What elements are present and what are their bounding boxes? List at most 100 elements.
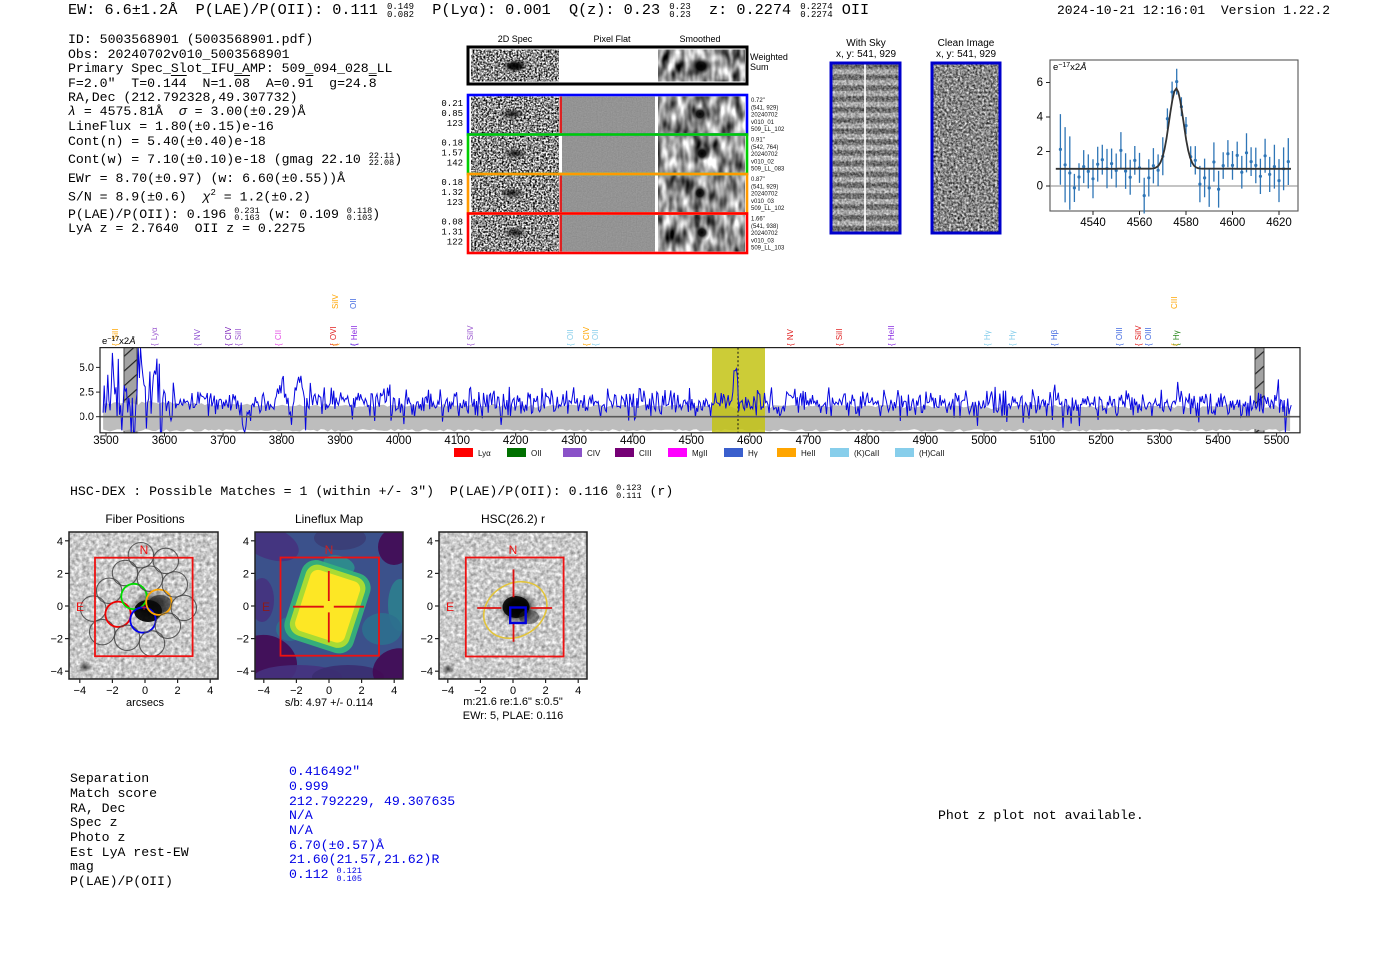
svg-text:{ OVI: { OVI — [329, 326, 338, 346]
svg-text:{ CII: { CII — [274, 330, 283, 346]
svg-text:4620: 4620 — [1266, 217, 1292, 229]
svg-text:142: 142 — [447, 159, 463, 169]
svg-text:4600: 4600 — [737, 435, 763, 447]
svg-text:−4: −4 — [258, 685, 271, 697]
svg-text:(: ( — [331, 343, 340, 346]
svg-text:E: E — [446, 600, 454, 614]
svg-text:Sum: Sum — [750, 62, 769, 72]
svg-text:CIII: CIII — [639, 449, 651, 458]
svg-text:123: 123 — [447, 198, 463, 208]
svg-text:−2: −2 — [50, 634, 63, 646]
svg-text:3500: 3500 — [93, 435, 119, 447]
svg-text:1.66": 1.66" — [751, 217, 765, 223]
svg-text:4: 4 — [243, 536, 249, 548]
svg-text:(541, 938): (541, 938) — [751, 224, 778, 230]
svg-text:20240702: 20240702 — [751, 113, 778, 119]
svg-text:−2: −2 — [106, 685, 119, 697]
svg-text:5500: 5500 — [1264, 435, 1290, 447]
svg-text:(: ( — [1170, 343, 1179, 346]
svg-text:2: 2 — [1037, 146, 1043, 158]
svg-text:0: 0 — [326, 685, 332, 697]
svg-text:2.5: 2.5 — [80, 387, 94, 399]
svg-text:CIV: CIV — [587, 449, 601, 458]
svg-text:{ SiIV: { SiIV — [466, 325, 475, 346]
svg-text:0: 0 — [243, 601, 249, 613]
svg-text:Hγ: Hγ — [748, 449, 758, 458]
svg-text:4540: 4540 — [1080, 217, 1106, 229]
svg-text:509_LL_083: 509_LL_083 — [751, 167, 785, 173]
svg-text:{ NV: { NV — [786, 328, 795, 346]
svg-text:{ CIV: { CIV — [224, 326, 233, 346]
svg-text:(541, 929): (541, 929) — [751, 184, 778, 190]
svg-text:4580: 4580 — [1173, 217, 1199, 229]
svg-text:3800: 3800 — [269, 435, 295, 447]
svg-text:4900: 4900 — [913, 435, 939, 447]
svg-text:{ OII: { OII — [566, 329, 575, 346]
svg-text:SiIV: SiIV — [331, 294, 340, 309]
svg-text:{ Hβ: { Hβ — [1050, 329, 1059, 346]
svg-text:1.32: 1.32 — [441, 188, 463, 198]
svg-text:4: 4 — [1037, 112, 1044, 124]
svg-text:CIII: CIII — [1170, 297, 1179, 309]
svg-text:4300: 4300 — [561, 435, 587, 447]
svg-text:509_LL_102: 509_LL_102 — [751, 206, 785, 212]
svg-text:x, y: 541, 929: x, y: 541, 929 — [836, 49, 896, 60]
svg-text:4100: 4100 — [444, 435, 470, 447]
svg-text:0.72": 0.72" — [751, 98, 765, 104]
svg-text:509_LL_103: 509_LL_103 — [751, 246, 785, 252]
svg-text:{ Hγ: { Hγ — [983, 330, 992, 346]
svg-text:Smoothed: Smoothed — [679, 34, 720, 44]
svg-text:{ Hγ: { Hγ — [1008, 330, 1017, 346]
svg-text:Pixel Flat: Pixel Flat — [593, 34, 631, 44]
svg-text:(541, 929): (541, 929) — [751, 105, 778, 111]
svg-text:4: 4 — [575, 685, 581, 697]
svg-text:x, y: 541, 929: x, y: 541, 929 — [936, 49, 996, 60]
svg-text:0.85: 0.85 — [441, 109, 463, 119]
svg-text:0: 0 — [142, 685, 148, 697]
svg-text:3900: 3900 — [327, 435, 353, 447]
svg-text:4500: 4500 — [679, 435, 705, 447]
svg-text:4560: 4560 — [1127, 217, 1153, 229]
svg-text:arcsecs: arcsecs — [126, 697, 164, 709]
svg-text:OII: OII — [349, 298, 358, 309]
svg-text:E: E — [76, 600, 84, 614]
svg-text:{ OII: { OII — [591, 329, 600, 346]
svg-text:e−17x2Å: e−17x2Å — [102, 336, 136, 347]
svg-text:5300: 5300 — [1147, 435, 1173, 447]
svg-text:Lyα: Lyα — [478, 449, 491, 458]
svg-text:0.87": 0.87" — [751, 177, 765, 183]
svg-text:{ HeII: { HeII — [887, 325, 896, 346]
svg-text:(H)CaII: (H)CaII — [919, 449, 945, 458]
svg-text:E: E — [262, 600, 270, 614]
svg-text:4800: 4800 — [854, 435, 880, 447]
svg-text:20240702: 20240702 — [751, 152, 778, 158]
svg-text:−4: −4 — [74, 685, 87, 697]
svg-text:4600: 4600 — [1220, 217, 1246, 229]
svg-text:1.31: 1.31 — [441, 228, 463, 238]
svg-text:Clean Image: Clean Image — [938, 38, 995, 49]
svg-text:{ NV: { NV — [193, 328, 202, 346]
svg-text:4: 4 — [207, 685, 213, 697]
svg-text:EWr: 5, PLAE: 0.116: EWr: 5, PLAE: 0.116 — [463, 710, 563, 722]
svg-text:0.18: 0.18 — [441, 178, 463, 188]
svg-text:0: 0 — [1037, 181, 1043, 193]
svg-text:2: 2 — [243, 568, 249, 580]
svg-text:3600: 3600 — [152, 435, 178, 447]
svg-text:509_LL_102: 509_LL_102 — [751, 127, 785, 133]
svg-text:−4: −4 — [442, 685, 455, 697]
svg-text:v010_03: v010_03 — [751, 199, 775, 205]
svg-text:(K)CaII: (K)CaII — [854, 449, 879, 458]
svg-text:N: N — [509, 543, 518, 557]
svg-text:4200: 4200 — [503, 435, 529, 447]
svg-text:0.91": 0.91" — [751, 138, 765, 144]
svg-text:2: 2 — [175, 685, 181, 697]
svg-text:−2: −2 — [236, 634, 249, 646]
svg-text:2D Spec: 2D Spec — [498, 34, 533, 44]
svg-text:{ SiII: { SiII — [234, 329, 243, 346]
svg-text:m:21.6 re:1.6" s:0.5": m:21.6 re:1.6" s:0.5" — [463, 696, 563, 708]
svg-text:−2: −2 — [420, 634, 433, 646]
svg-text:20240702: 20240702 — [751, 192, 778, 198]
svg-text:4400: 4400 — [620, 435, 646, 447]
svg-text:{ HeII: { HeII — [350, 325, 359, 346]
svg-text:+: + — [141, 603, 147, 614]
